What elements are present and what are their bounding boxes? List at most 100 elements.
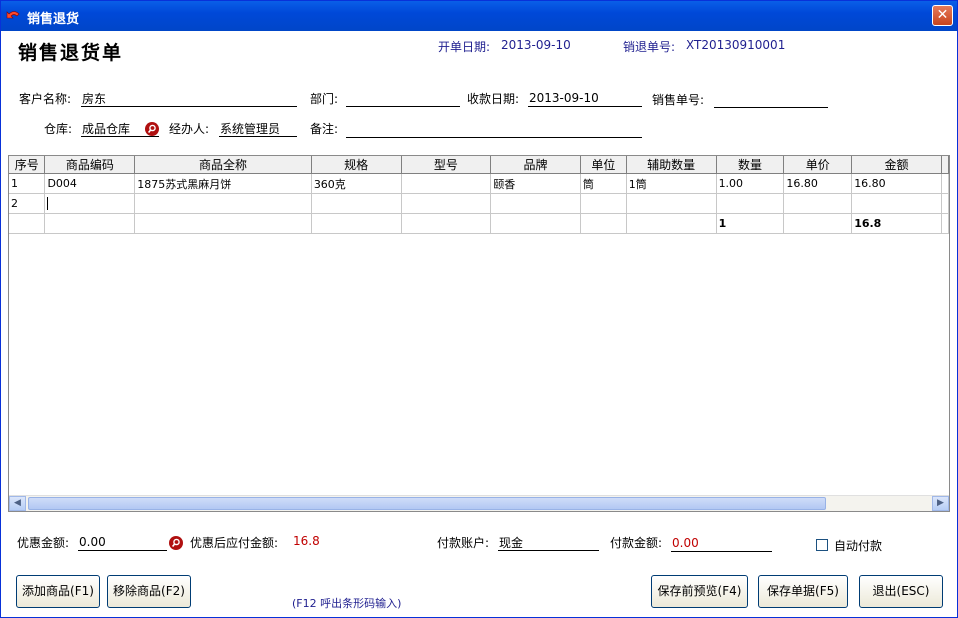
- sales-no-input[interactable]: [714, 91, 828, 108]
- table-cell[interactable]: [311, 193, 402, 214]
- col-header[interactable]: 金额: [851, 156, 942, 174]
- table-cell[interactable]: 筒: [580, 173, 627, 194]
- table-cell[interactable]: [716, 193, 785, 214]
- table-cell[interactable]: [401, 193, 492, 214]
- collect-date-label: 收款日期:: [467, 92, 520, 106]
- col-header[interactable]: 辅助数量: [626, 156, 717, 174]
- add-goods-button[interactable]: 添加商品(F1): [16, 575, 100, 608]
- table-cell[interactable]: 360克: [311, 173, 402, 194]
- dept-label: 部门:: [310, 92, 339, 106]
- text-cursor: [47, 197, 49, 211]
- customer-input[interactable]: [81, 90, 297, 107]
- total-cell: [134, 213, 312, 234]
- pay-amount-input[interactable]: [671, 535, 772, 552]
- auto-pay-checkbox[interactable]: [816, 539, 828, 551]
- exit-button[interactable]: 退出(ESC): [859, 575, 943, 608]
- scroll-right-icon[interactable]: ▶: [932, 496, 949, 511]
- table-cell-filler: [941, 213, 949, 234]
- col-header[interactable]: 序号: [9, 156, 46, 174]
- table-cell[interactable]: [783, 193, 853, 214]
- pay-account-input[interactable]: [498, 534, 599, 551]
- return-no-value: XT20130910001: [686, 38, 786, 52]
- table-cell[interactable]: 1筒: [626, 173, 717, 194]
- col-header[interactable]: 品牌: [490, 156, 581, 174]
- remark-input[interactable]: [346, 121, 642, 138]
- warehouse-search-icon[interactable]: [145, 122, 159, 136]
- dept-input[interactable]: [346, 90, 460, 107]
- collect-date-input[interactable]: [528, 90, 642, 107]
- table-cell-filler: [941, 173, 949, 194]
- scrollbar-thumb[interactable]: [28, 497, 826, 510]
- discount-search-icon[interactable]: [169, 536, 183, 550]
- handler-label: 经办人:: [169, 122, 210, 136]
- barcode-hint: (F12 呼出条形码输入): [292, 597, 402, 610]
- table-cell[interactable]: [851, 193, 942, 214]
- total-cell: [44, 213, 136, 234]
- horizontal-scrollbar[interactable]: ◀ ▶: [9, 495, 949, 511]
- col-header[interactable]: 单价: [783, 156, 853, 174]
- title-bar: 销售退货 ✕: [1, 1, 957, 31]
- scroll-left-icon[interactable]: ◀: [9, 496, 26, 511]
- total-cell: [311, 213, 402, 234]
- table-cell[interactable]: [134, 193, 312, 214]
- save-preview-button[interactable]: 保存前预览(F4): [651, 575, 748, 608]
- close-icon: ✕: [936, 7, 949, 23]
- table-cell[interactable]: D004: [44, 173, 136, 194]
- table-cell[interactable]: 1: [9, 173, 46, 194]
- table-cell[interactable]: [580, 193, 627, 214]
- col-header[interactable]: 单位: [580, 156, 627, 174]
- table-cell[interactable]: 颐香: [490, 173, 581, 194]
- total-cell: [9, 213, 46, 234]
- table-cell[interactable]: [626, 193, 717, 214]
- table-cell[interactable]: 1.00: [716, 173, 785, 194]
- open-date-value: 2013-09-10: [501, 38, 571, 52]
- col-header-filler: [941, 156, 949, 174]
- goods-grid[interactable]: 序号 商品编码 商品全称 规格 型号 品牌 单位 辅助数量 数量 单价 金额 1: [8, 155, 950, 512]
- total-amount: 16.8: [851, 213, 942, 234]
- return-arrow-icon: [6, 8, 22, 24]
- total-cell: [401, 213, 492, 234]
- pay-amount-label: 付款金额:: [610, 536, 663, 550]
- after-discount-value: 16.8: [293, 534, 320, 548]
- sales-return-window: 销售退货 ✕ 销售退货单 开单日期: 2013-09-10 销退单号: XT20…: [0, 0, 958, 618]
- table-cell-editing[interactable]: [44, 193, 136, 214]
- save-document-button[interactable]: 保存单据(F5): [758, 575, 848, 608]
- col-header[interactable]: 数量: [716, 156, 785, 174]
- handler-input[interactable]: [219, 120, 297, 137]
- after-discount-label: 优惠后应付金额:: [190, 536, 279, 550]
- col-header[interactable]: 规格: [311, 156, 402, 174]
- close-button[interactable]: ✕: [932, 5, 953, 26]
- customer-label: 客户名称:: [19, 92, 72, 106]
- table-cell[interactable]: [490, 193, 581, 214]
- table-row[interactable]: 2: [9, 193, 949, 214]
- window-title: 销售退货: [27, 12, 80, 27]
- total-quantity: 1: [716, 213, 785, 234]
- col-header[interactable]: 型号: [401, 156, 492, 174]
- totals-row: 1 16.8: [9, 213, 949, 234]
- open-date-label: 开单日期:: [438, 40, 491, 54]
- discount-label: 优惠金额:: [17, 536, 70, 550]
- table-cell-filler: [941, 193, 949, 214]
- remark-label: 备注:: [310, 122, 339, 136]
- grid-header-row: 序号 商品编码 商品全称 规格 型号 品牌 单位 辅助数量 数量 单价 金额: [9, 156, 949, 174]
- form-title: 销售退货单: [18, 42, 124, 64]
- col-header[interactable]: 商品全称: [134, 156, 312, 174]
- table-cell[interactable]: [401, 173, 492, 194]
- table-cell[interactable]: 1875苏式黑麻月饼: [134, 173, 312, 194]
- col-header[interactable]: 商品编码: [44, 156, 136, 174]
- sales-no-label: 销售单号:: [652, 93, 705, 107]
- return-no-label: 销退单号:: [623, 40, 676, 54]
- warehouse-label: 仓库:: [44, 122, 73, 136]
- goods-table: 序号 商品编码 商品全称 规格 型号 品牌 单位 辅助数量 数量 单价 金额 1: [9, 156, 949, 234]
- table-row[interactable]: 1 D004 1875苏式黑麻月饼 360克 颐香 筒 1筒 1.00 16.8…: [9, 173, 949, 194]
- total-cell: [783, 213, 853, 234]
- discount-input[interactable]: [78, 534, 167, 551]
- auto-pay-label: 自动付款: [834, 539, 883, 553]
- total-cell: [626, 213, 717, 234]
- table-cell[interactable]: 16.80: [783, 173, 853, 194]
- table-cell[interactable]: 16.80: [851, 173, 942, 194]
- total-cell: [580, 213, 627, 234]
- remove-goods-button[interactable]: 移除商品(F2): [107, 575, 191, 608]
- total-cell: [490, 213, 581, 234]
- table-cell[interactable]: 2: [9, 193, 46, 214]
